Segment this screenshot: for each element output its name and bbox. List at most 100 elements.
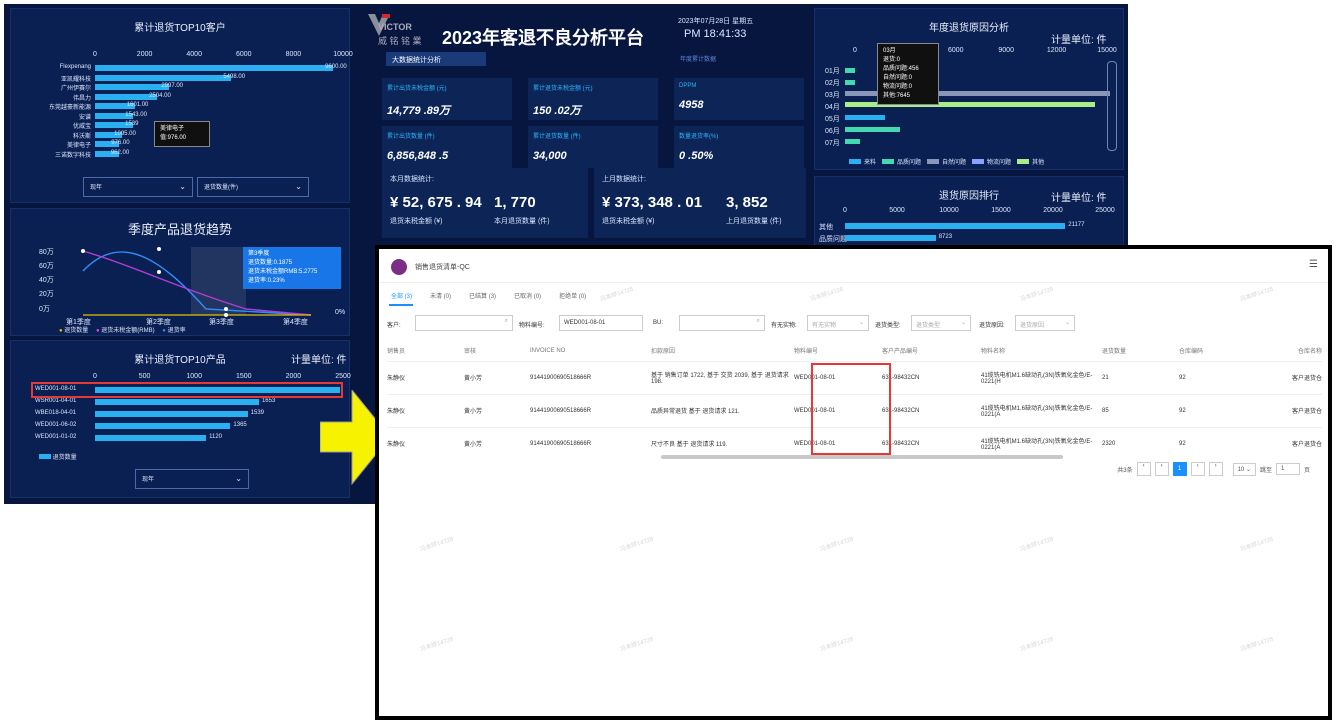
page-size-select[interactable]: 10 ⌄ — [1232, 462, 1256, 476]
tooltip-line: 物流问题:0 — [883, 84, 913, 90]
highlight-box — [31, 382, 343, 398]
select-value: 退货数量(件) — [204, 185, 238, 191]
table-cell: 631-98432CN — [882, 393, 981, 427]
filter-label: 物料编号: — [519, 323, 545, 329]
bu-input[interactable]: ⌕ — [679, 315, 765, 331]
reason-rank-panel: 退货原因排行 计量单位: 件 0 5000 10000 15000 20000 25000… — [814, 176, 1124, 248]
table-cell: 客户退货仓 — [1256, 393, 1322, 427]
table-cell: 91441900690518666R — [530, 360, 651, 394]
watermark: 冯本婷14728 — [809, 286, 845, 304]
material-input[interactable]: WED001-08-01 — [559, 315, 643, 331]
legend-item: 退货未税金额(RMB) — [101, 328, 155, 334]
kpi-value: 0 .50% — [679, 150, 714, 162]
scroll-slider[interactable] — [1107, 61, 1117, 151]
kpi-title: DPPM — [679, 83, 697, 89]
legend-item: 来料 — [864, 160, 877, 166]
menu-icon[interactable]: ☰ — [1309, 259, 1318, 270]
legend-swatch — [849, 159, 861, 164]
table-cell: 92 — [1179, 393, 1256, 427]
watermark: 冯本婷14728 — [1239, 636, 1275, 654]
tooltip-line: 退货数量:0.1875 — [248, 260, 293, 266]
time-label: PM 18:41:33 — [684, 28, 747, 40]
valid-select[interactable]: 有无实物 ⌄ — [807, 315, 869, 331]
watermark: 冯本婷14728 — [419, 536, 455, 554]
x-tick: 0 — [843, 207, 847, 214]
tab-2[interactable]: 已结算 (3) — [469, 294, 496, 300]
first-page-button[interactable]: ‹ — [1136, 462, 1151, 476]
next-page-button[interactable]: › — [1190, 462, 1205, 476]
month-label: 05月 — [825, 116, 840, 123]
page-1-button[interactable]: 1 — [1172, 462, 1187, 476]
bar-value: 9600.00 — [325, 64, 347, 70]
month-label: 02月 — [825, 80, 840, 87]
customer-bar — [95, 84, 170, 90]
legend: ● 退货数量 ● 退货未税金额(RMB) ● 退货率 — [59, 328, 186, 334]
amount-label: 退货未税金额 (¥) — [390, 218, 443, 225]
reason-select[interactable]: 退货原因 ⌄ — [1015, 315, 1075, 331]
x-tick: 2000 — [285, 373, 302, 380]
table-cell: 黄小芳 — [464, 426, 530, 460]
watermark: 冯本婷14728 — [819, 636, 855, 654]
page-suffix: 页 — [1303, 467, 1310, 474]
select-placeholder: 退货类型 — [916, 323, 941, 329]
customer-input[interactable]: ⌕ — [415, 315, 513, 331]
watermark: 冯本婷14728 — [599, 286, 635, 304]
unit-label: 计量单位: 件 — [291, 355, 347, 366]
tab-1[interactable]: 未清 (0) — [430, 294, 451, 300]
year-select[interactable]: 现年 ⌄ — [135, 469, 249, 489]
tab-year-data[interactable]: 年度累计数据 — [680, 54, 716, 63]
chart-tooltip: 美律电子 值:976.00 — [154, 121, 210, 147]
table-cell: 92 — [1179, 360, 1256, 394]
x-tick: 15000 — [1097, 47, 1117, 54]
x-tick: 15000 — [991, 207, 1011, 214]
legend-swatch — [927, 159, 940, 164]
filter-label: 退货类型: — [875, 323, 901, 329]
horizontal-scrollbar[interactable] — [661, 455, 1063, 459]
input-value: WED001-08-01 — [564, 320, 606, 326]
chart-tooltip: 03月 退货:0 品质问题:456 自然问题:0 物流问题:0 其他:7645 — [877, 43, 939, 105]
kpi-value: 34,000 — [533, 150, 567, 162]
y-tick: 0万 — [39, 306, 50, 313]
pagination: 共3条 ‹ ‹ 1 › › 10 ⌄ 跳至 1 页 — [1117, 461, 1310, 477]
table-header: 销售员 审核 INVOICE NO 扣款原因 物料编号 客户产品编号 物料名称 退货数量 仓库编… — [387, 341, 1322, 361]
legend-swatch — [972, 159, 985, 164]
chevron-down-icon: ⌄ — [858, 320, 864, 326]
filter-label: 客户: — [387, 323, 401, 329]
bar-value: 1120 — [209, 434, 222, 440]
tooltip-line: 03月 — [883, 48, 896, 54]
x-tick: 0 — [93, 373, 97, 380]
bar-value: 2504.00 — [149, 92, 171, 99]
tooltip-line: 退货:0 — [883, 57, 901, 63]
column-header: 物料名称 — [981, 349, 1006, 356]
metric-select[interactable]: 退货数量(件) ⌄ — [197, 177, 309, 197]
table-cell: 客户退货仓 — [1256, 426, 1322, 460]
month-label: 07月 — [825, 140, 840, 147]
date-label: 2023年07月28日 星期五 — [678, 18, 754, 25]
x-tick: 10000 — [939, 207, 959, 214]
tab-big-data[interactable]: 大数据统计分析 — [386, 52, 486, 66]
bar-value: 2997.00 — [161, 83, 184, 89]
qty-label: 本月退货数量 (件) — [494, 218, 550, 225]
kpi-value: 6,856,848 .5 — [387, 150, 449, 162]
year-select[interactable]: 现年 ⌄ — [83, 177, 193, 197]
tab-4[interactable]: 拒绝单 (0) — [559, 294, 586, 300]
bar-label: WSR001-04-01 — [35, 398, 77, 404]
bar-value: 1539 — [250, 410, 265, 416]
prev-page-button[interactable]: ‹ — [1154, 462, 1169, 476]
kpi-value: 150 .02万 — [533, 105, 581, 117]
section-title: 本月数据统计: — [390, 176, 434, 183]
type-select[interactable]: 退货类型 ⌄ — [911, 315, 971, 331]
tooltip-line: 自然问题:0 — [883, 75, 913, 81]
tooltip-title: 美律电子 — [160, 126, 185, 132]
goto-input[interactable]: 1 — [1275, 463, 1300, 475]
table-cell: 朱静仪 — [387, 360, 464, 394]
last-page-button[interactable]: › — [1208, 462, 1223, 476]
column-header: 仓库编码 — [1179, 349, 1204, 356]
bar-label: 伟昌力 — [72, 95, 91, 102]
watermark: 冯本婷14728 — [1019, 636, 1055, 654]
table-cell: 黄小芳 — [464, 360, 530, 394]
column-header: 销售员 — [387, 349, 406, 356]
tab-3[interactable]: 已取消 (0) — [514, 294, 541, 300]
tab-0[interactable]: 全部 (3) — [391, 294, 412, 300]
column-header: 退货数量 — [1102, 349, 1127, 356]
